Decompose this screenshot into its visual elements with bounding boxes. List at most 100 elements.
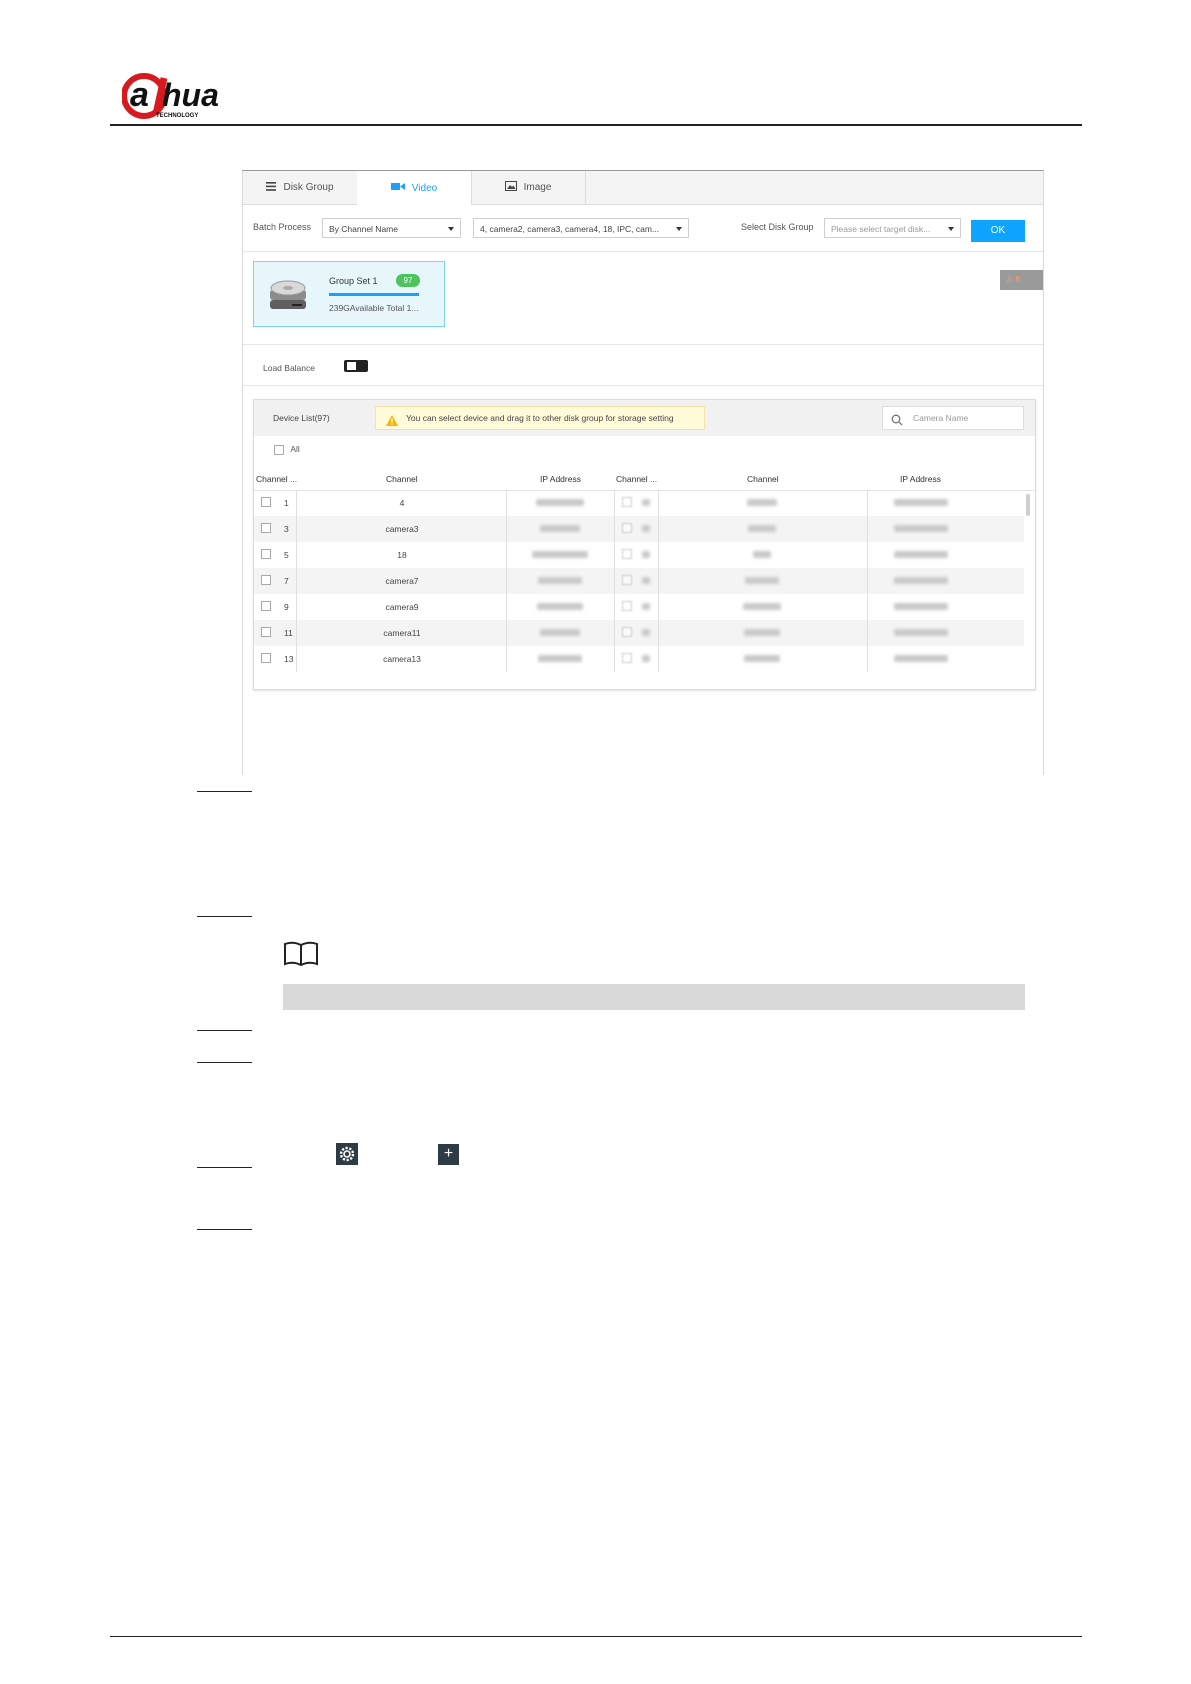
column-header[interactable]: Channel ... xyxy=(256,474,297,484)
redacted-channel-number xyxy=(642,603,650,610)
row-checkbox[interactable] xyxy=(622,523,632,533)
table-row[interactable]: 5 18 xyxy=(254,542,1024,568)
device-list-panel: Device List(97) You can select device an… xyxy=(253,399,1036,690)
redacted-channel-name xyxy=(747,499,777,506)
channel-number: 9 xyxy=(284,602,289,612)
channel-name: camera7 xyxy=(385,576,419,586)
redacted-channel-name xyxy=(743,603,781,610)
redacted-ip xyxy=(532,551,588,558)
note-bar xyxy=(283,984,1025,1010)
redacted-channel-number xyxy=(642,499,650,506)
row-checkbox[interactable] xyxy=(622,653,632,663)
search-icon xyxy=(891,412,903,434)
load-balance-label: Load Balance xyxy=(263,363,315,373)
scrollbar[interactable] xyxy=(1026,494,1030,516)
hard-disk-icon xyxy=(268,278,308,312)
svg-text:a: a xyxy=(130,76,149,114)
warning-icon xyxy=(386,412,398,434)
book-icon xyxy=(283,940,319,968)
redacted-channel-number xyxy=(642,629,650,636)
video-storage-screenshot: Disk Group Video Image Batch Process By … xyxy=(242,170,1044,775)
chevron-down-icon xyxy=(676,227,682,231)
batch-process-label: Batch Process xyxy=(253,222,312,232)
table-row[interactable]: 11 camera11 xyxy=(254,620,1024,646)
plus-icon: + xyxy=(438,1144,459,1165)
redacted-channel-number xyxy=(642,551,650,558)
group-capacity: 239GAvailable Total 1... xyxy=(329,303,419,313)
drag-tip: You can select device and drag it to oth… xyxy=(375,406,705,430)
column-divider xyxy=(658,490,659,672)
tab-image[interactable]: Image xyxy=(471,171,586,204)
tab-bar: Disk Group Video Image xyxy=(243,171,1043,205)
redacted-ip xyxy=(894,629,948,636)
redacted-ip xyxy=(894,499,948,506)
video-camera-icon xyxy=(390,182,405,194)
redacted-ip xyxy=(540,629,580,636)
step-rule xyxy=(197,791,252,792)
channel-name: camera9 xyxy=(385,602,419,612)
alert-chip[interactable]: ⚠ 8 xyxy=(1000,270,1043,290)
tab-video[interactable]: Video xyxy=(357,171,472,205)
redacted-channel-number xyxy=(642,577,650,584)
table-row[interactable]: 7 camera7 xyxy=(254,568,1024,594)
svg-text:hua: hua xyxy=(162,77,219,113)
column-header[interactable]: Channel xyxy=(747,474,779,484)
table-row[interactable]: 9 camera9 xyxy=(254,594,1024,620)
row-checkbox[interactable] xyxy=(261,549,271,559)
redacted-ip xyxy=(894,551,948,558)
channel-count-badge: 97 xyxy=(396,274,420,287)
redacted-channel-name xyxy=(748,525,776,532)
disk-group-card[interactable]: Group Set 1 97 239GAvailable Total 1... xyxy=(253,261,445,327)
table-row[interactable]: 3 camera3 xyxy=(254,516,1024,542)
row-checkbox[interactable] xyxy=(261,523,271,533)
redacted-channel-name xyxy=(744,655,780,662)
column-header[interactable]: IP Address xyxy=(540,474,581,484)
toggle-knob xyxy=(347,362,356,370)
row-checkbox[interactable] xyxy=(261,601,271,611)
tab-label: Video xyxy=(411,182,438,194)
select-all[interactable]: All xyxy=(274,444,300,455)
row-checkbox[interactable] xyxy=(261,627,271,637)
row-checkbox[interactable] xyxy=(261,653,271,663)
disk-group-select[interactable]: Please select target disk... xyxy=(824,218,961,238)
group-name: Group Set 1 xyxy=(329,276,378,286)
ok-button[interactable]: OK xyxy=(971,220,1025,242)
redacted-ip xyxy=(538,577,582,584)
checkbox[interactable] xyxy=(274,444,284,455)
chevron-down-icon xyxy=(948,227,954,231)
tab-disk-group[interactable]: Disk Group xyxy=(243,171,358,204)
table-row[interactable]: 14 xyxy=(254,490,1024,516)
disk-group-placeholder: Please select target disk... xyxy=(831,224,931,234)
load-balance-toggle[interactable] xyxy=(344,360,368,372)
chevron-down-icon xyxy=(448,227,454,231)
redacted-ip xyxy=(894,655,948,662)
gear-icon xyxy=(336,1143,358,1165)
row-checkbox[interactable] xyxy=(622,601,632,611)
redacted-ip xyxy=(894,603,948,610)
redacted-ip xyxy=(537,603,583,610)
row-checkbox[interactable] xyxy=(622,627,632,637)
row-checkbox[interactable] xyxy=(622,549,632,559)
divider xyxy=(243,344,1043,345)
step-rule xyxy=(197,916,252,917)
dahua-logo: a hua TECHNOLOGY xyxy=(121,68,262,122)
table-row[interactable]: 13 camera13 xyxy=(254,646,1024,672)
column-header[interactable]: IP Address xyxy=(900,474,941,484)
column-header[interactable]: Channel ... xyxy=(616,474,657,484)
column-header[interactable]: Channel xyxy=(386,474,418,484)
redacted-ip xyxy=(538,655,582,662)
row-checkbox[interactable] xyxy=(261,497,271,507)
row-checkbox[interactable] xyxy=(622,497,632,507)
channel-number: 3 xyxy=(284,524,289,534)
step-rule xyxy=(197,1167,252,1168)
redacted-channel-number xyxy=(642,525,650,532)
row-checkbox[interactable] xyxy=(261,575,271,585)
batch-process-select[interactable]: By Channel Name xyxy=(322,218,461,238)
redacted-channel-name xyxy=(744,629,780,636)
channels-value: 4, camera2, camera3, camera4, 18, IPC, c… xyxy=(480,224,660,234)
tab-label: Disk Group xyxy=(283,182,334,193)
channels-select[interactable]: 4, camera2, camera3, camera4, 18, IPC, c… xyxy=(473,218,689,238)
camera-search-input[interactable]: Camera Name xyxy=(882,406,1024,430)
step-rule xyxy=(197,1030,252,1031)
row-checkbox[interactable] xyxy=(622,575,632,585)
